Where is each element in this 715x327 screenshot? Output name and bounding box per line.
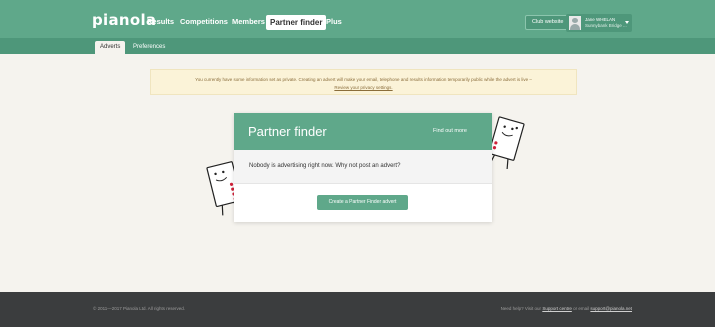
privacy-notice: You currently have some information set … xyxy=(150,69,577,95)
footer-help-prefix: Need help? Visit our xyxy=(500,306,542,311)
avatar-head xyxy=(572,18,578,23)
privacy-settings-link[interactable]: Review your privacy settings. xyxy=(334,85,392,90)
user-name: Jane WHELAN xyxy=(585,17,616,22)
footer-help: Need help? Visit our Support centre or e… xyxy=(501,306,632,311)
avatar-body xyxy=(570,24,580,30)
footer-copyright: © 2011—2017 Pianola Ltd. All rights rese… xyxy=(93,306,186,311)
chevron-down-icon[interactable] xyxy=(625,21,629,24)
create-advert-button[interactable]: Create a Partner Finder advert xyxy=(317,195,408,210)
nav-plus[interactable]: Plus xyxy=(326,14,342,30)
empty-state-message: Nobody is advertising right now. Why not… xyxy=(249,163,401,169)
nav-results[interactable]: Results xyxy=(147,14,174,30)
find-out-more-link[interactable]: Find out more xyxy=(433,128,467,134)
user-menu[interactable]: Jane WHELAN Sunnybank Bridge ... xyxy=(566,14,632,32)
nav-competitions[interactable]: Competitions xyxy=(180,14,228,30)
nav-partner-finder[interactable]: Partner finder xyxy=(266,15,327,30)
support-email-link[interactable]: support@pianola.net xyxy=(590,306,632,311)
top-nav-bar: pianola Results Competitions Members Par… xyxy=(0,0,715,38)
tab-adverts[interactable]: Adverts xyxy=(95,41,126,54)
privacy-notice-text: You currently have some information set … xyxy=(195,77,532,82)
card-title: Partner finder xyxy=(248,124,327,139)
tab-preferences[interactable]: Preferences xyxy=(128,41,170,54)
empty-state-message-box: Nobody is advertising right now. Why not… xyxy=(234,150,492,184)
footer: © 2011—2017 Pianola Ltd. All rights rese… xyxy=(0,292,715,327)
nav-members[interactable]: Members xyxy=(232,14,265,30)
footer-email-prefix: or email xyxy=(573,306,590,311)
card-header: Partner finder Find out more xyxy=(234,113,492,150)
avatar xyxy=(569,16,581,30)
club-website-button[interactable]: Club website xyxy=(525,15,571,30)
support-centre-link[interactable]: Support centre xyxy=(542,306,572,311)
user-club: Sunnybank Bridge ... xyxy=(585,23,627,28)
partner-finder-card: Partner finder Find out more Nobody is a… xyxy=(234,113,492,222)
sub-nav-bar: Adverts Preferences xyxy=(0,38,715,54)
